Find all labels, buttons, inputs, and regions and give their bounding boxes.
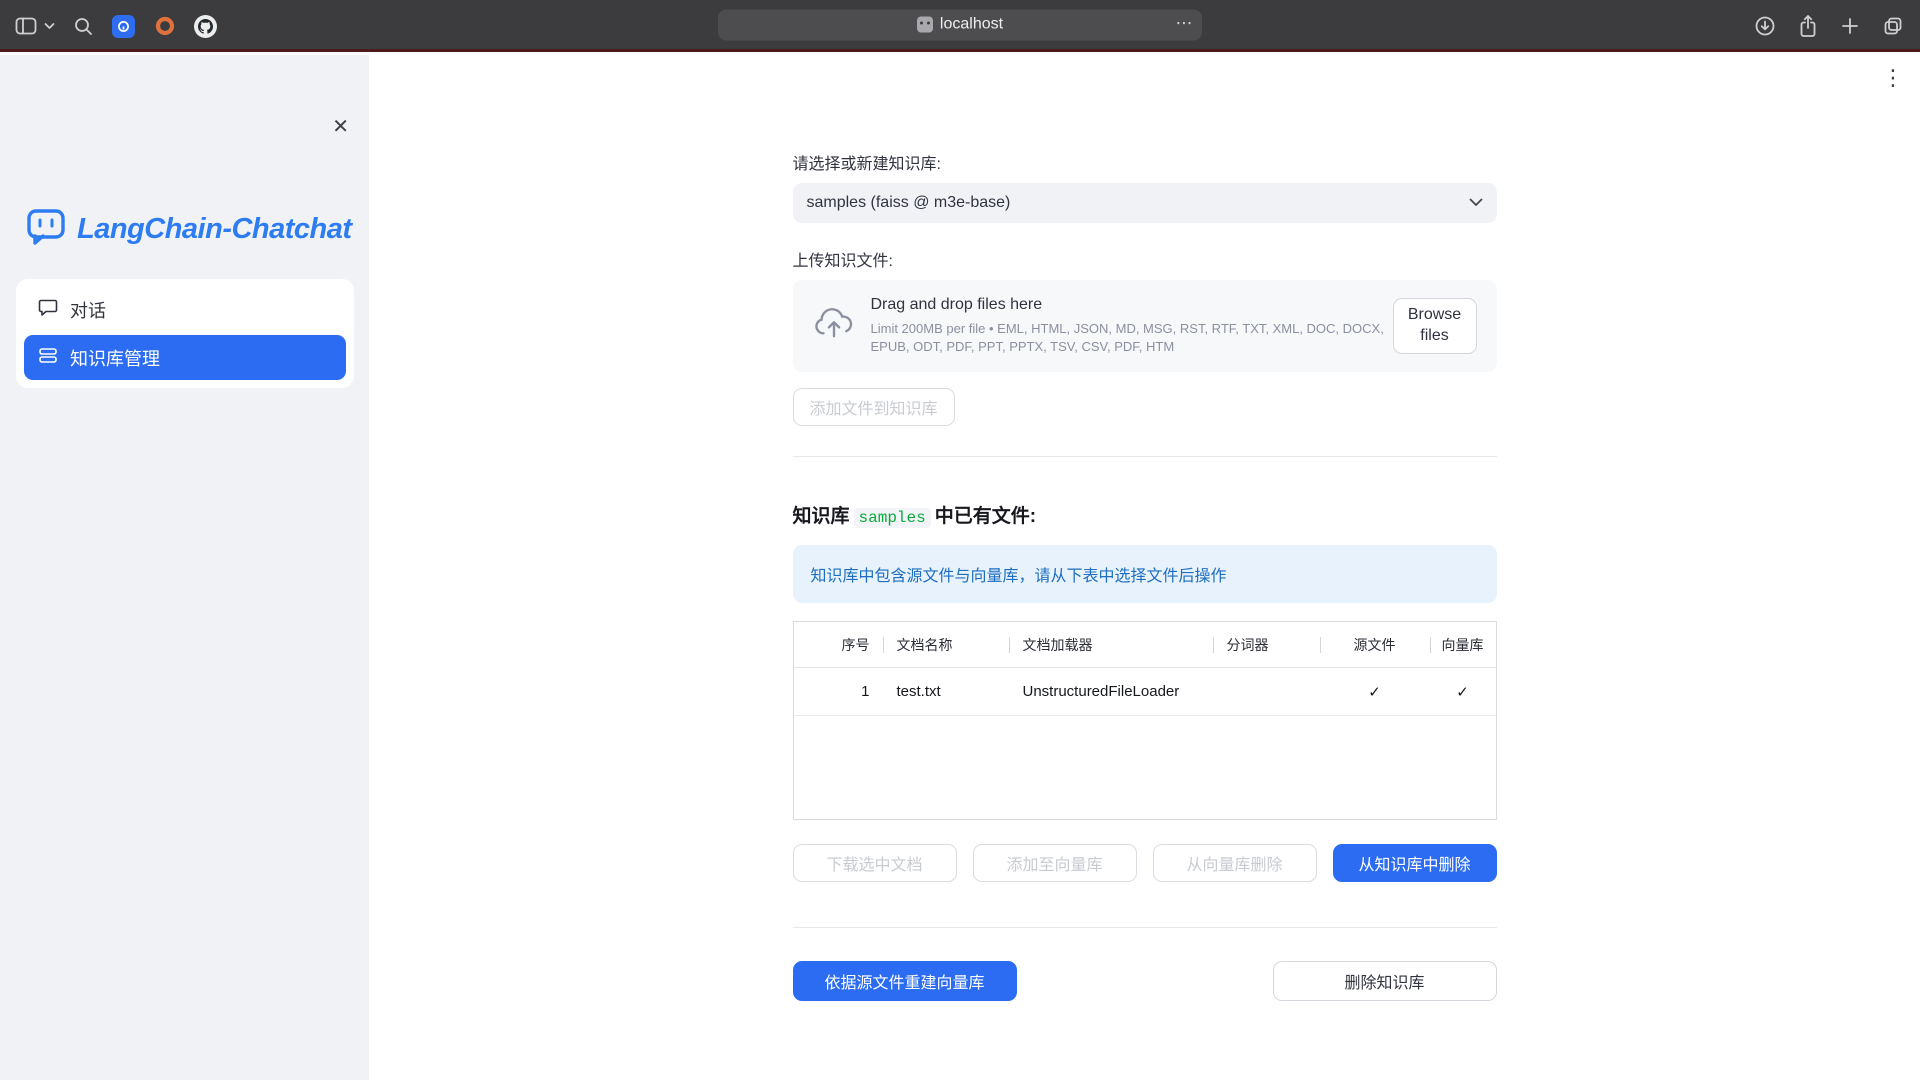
- files-table: 序号 文档名称 文档加载器 分词器 源文件 向量库 1 test.txt Uns…: [793, 621, 1497, 820]
- column-header[interactable]: 分词器: [1213, 622, 1320, 667]
- search-icon[interactable]: [73, 16, 94, 37]
- delete-from-kb-button[interactable]: 从知识库中删除: [1333, 844, 1497, 882]
- knowledge-base-icon: [38, 346, 58, 370]
- remove-from-vector-store-button[interactable]: 从向量库删除: [1153, 844, 1317, 882]
- browser-sidebar-toggle-icon[interactable]: [14, 15, 38, 37]
- rebuild-vector-store-button[interactable]: 依据源文件重建向量库: [793, 961, 1017, 1001]
- password-extension-icon[interactable]: [112, 15, 135, 38]
- app-logo: LangChain-Chatchat: [26, 207, 352, 252]
- streamlit-menu-icon[interactable]: ⋮: [1882, 67, 1904, 89]
- select-chevron-icon: [1469, 194, 1483, 212]
- kb-actions-row: 依据源文件重建向量库 删除知识库: [793, 961, 1497, 1001]
- downloads-icon[interactable]: [1754, 15, 1776, 37]
- github-extension-icon[interactable]: [194, 15, 217, 38]
- tab-overview-icon[interactable]: [1882, 15, 1904, 37]
- files-heading-suffix: 中已有文件:: [935, 506, 1036, 527]
- column-header[interactable]: 文档加载器: [1009, 622, 1213, 667]
- upload-label: 上传知识文件:: [793, 247, 1497, 271]
- kb-select[interactable]: samples (faiss @ m3e-base): [793, 183, 1497, 223]
- toolbar-left-group: [14, 0, 217, 52]
- browse-files-button[interactable]: Browse files: [1393, 298, 1477, 354]
- cell-index: 1: [794, 683, 883, 700]
- site-favicon: [917, 17, 933, 33]
- info-banner: 知识库中包含源文件与向量库，请从下表中选择文件后操作: [793, 545, 1497, 603]
- share-icon[interactable]: [1798, 14, 1818, 38]
- dropzone-limits: Limit 200MB per file • EML, HTML, JSON, …: [871, 320, 1391, 355]
- sidebar-item-label: 对话: [70, 297, 106, 323]
- sidebar-item-label: 知识库管理: [70, 345, 160, 371]
- kb-select-label: 请选择或新建知识库:: [793, 150, 1497, 174]
- address-options-icon[interactable]: ⋯: [1172, 14, 1196, 36]
- app-page: ✕ LangChain-Chatchat 对话: [0, 55, 1920, 1080]
- divider: [793, 927, 1497, 928]
- column-header[interactable]: 源文件: [1320, 622, 1430, 667]
- extension-orange-icon[interactable]: [153, 15, 176, 38]
- toolbar-right-group: [1754, 0, 1904, 52]
- kb-name-code: samples: [854, 508, 931, 528]
- add-files-to-kb-button[interactable]: 添加文件到知识库: [793, 388, 955, 426]
- kb-select-value: samples (faiss @ m3e-base): [807, 194, 1469, 212]
- sidebar-item-knowledge-base[interactable]: 知识库管理: [24, 335, 346, 380]
- cloud-upload-icon: [813, 308, 855, 345]
- sidebar-close-icon[interactable]: ✕: [332, 117, 349, 137]
- screen: localhost ⋯ ✕: [0, 0, 1920, 1080]
- logo-chat-icon: [26, 207, 68, 252]
- file-uploader-dropzone[interactable]: Drag and drop files here Limit 200MB per…: [793, 280, 1497, 372]
- dropzone-title: Drag and drop files here: [871, 296, 1391, 314]
- files-heading: 知识库samples中已有文件:: [793, 501, 1497, 528]
- file-actions-row: 下载选中文档 添加至向量库 从向量库删除 从知识库中删除: [793, 844, 1497, 882]
- delete-kb-button[interactable]: 删除知识库: [1273, 961, 1497, 1001]
- cell-source-check: ✓: [1320, 683, 1430, 701]
- column-header[interactable]: 序号: [794, 622, 883, 667]
- chevron-down-icon[interactable]: [44, 22, 55, 30]
- sidebar-nav: 对话 知识库管理: [16, 279, 354, 388]
- cell-vector-check: ✓: [1430, 683, 1496, 701]
- column-header[interactable]: 文档名称: [883, 622, 1009, 667]
- add-to-vector-store-button[interactable]: 添加至向量库: [973, 844, 1137, 882]
- divider: [793, 456, 1497, 457]
- new-tab-icon[interactable]: [1840, 16, 1860, 36]
- address-url: localhost: [940, 16, 1003, 34]
- download-selected-button[interactable]: 下载选中文档: [793, 844, 957, 882]
- cell-loader: UnstructuredFileLoader: [1009, 683, 1213, 700]
- files-table-header: 序号 文档名称 文档加载器 分词器 源文件 向量库: [794, 622, 1496, 668]
- app-sidebar: ✕ LangChain-Chatchat 对话: [0, 55, 369, 1080]
- main-area: ⋮ 请选择或新建知识库: samples (faiss @ m3e-base) …: [369, 55, 1920, 1080]
- files-heading-prefix: 知识库: [793, 506, 850, 527]
- content-column: 请选择或新建知识库: samples (faiss @ m3e-base) 上传…: [793, 55, 1497, 1001]
- column-header[interactable]: 向量库: [1430, 622, 1496, 667]
- logo-text: LangChain-Chatchat: [77, 213, 352, 246]
- cell-filename: test.txt: [883, 683, 1009, 700]
- browser-toolbar: localhost ⋯: [0, 0, 1920, 52]
- chat-bubble-icon: [38, 298, 58, 322]
- table-row[interactable]: 1 test.txt UnstructuredFileLoader ✓ ✓: [794, 668, 1496, 716]
- address-bar[interactable]: localhost ⋯: [718, 9, 1202, 40]
- sidebar-item-dialogue[interactable]: 对话: [24, 287, 346, 332]
